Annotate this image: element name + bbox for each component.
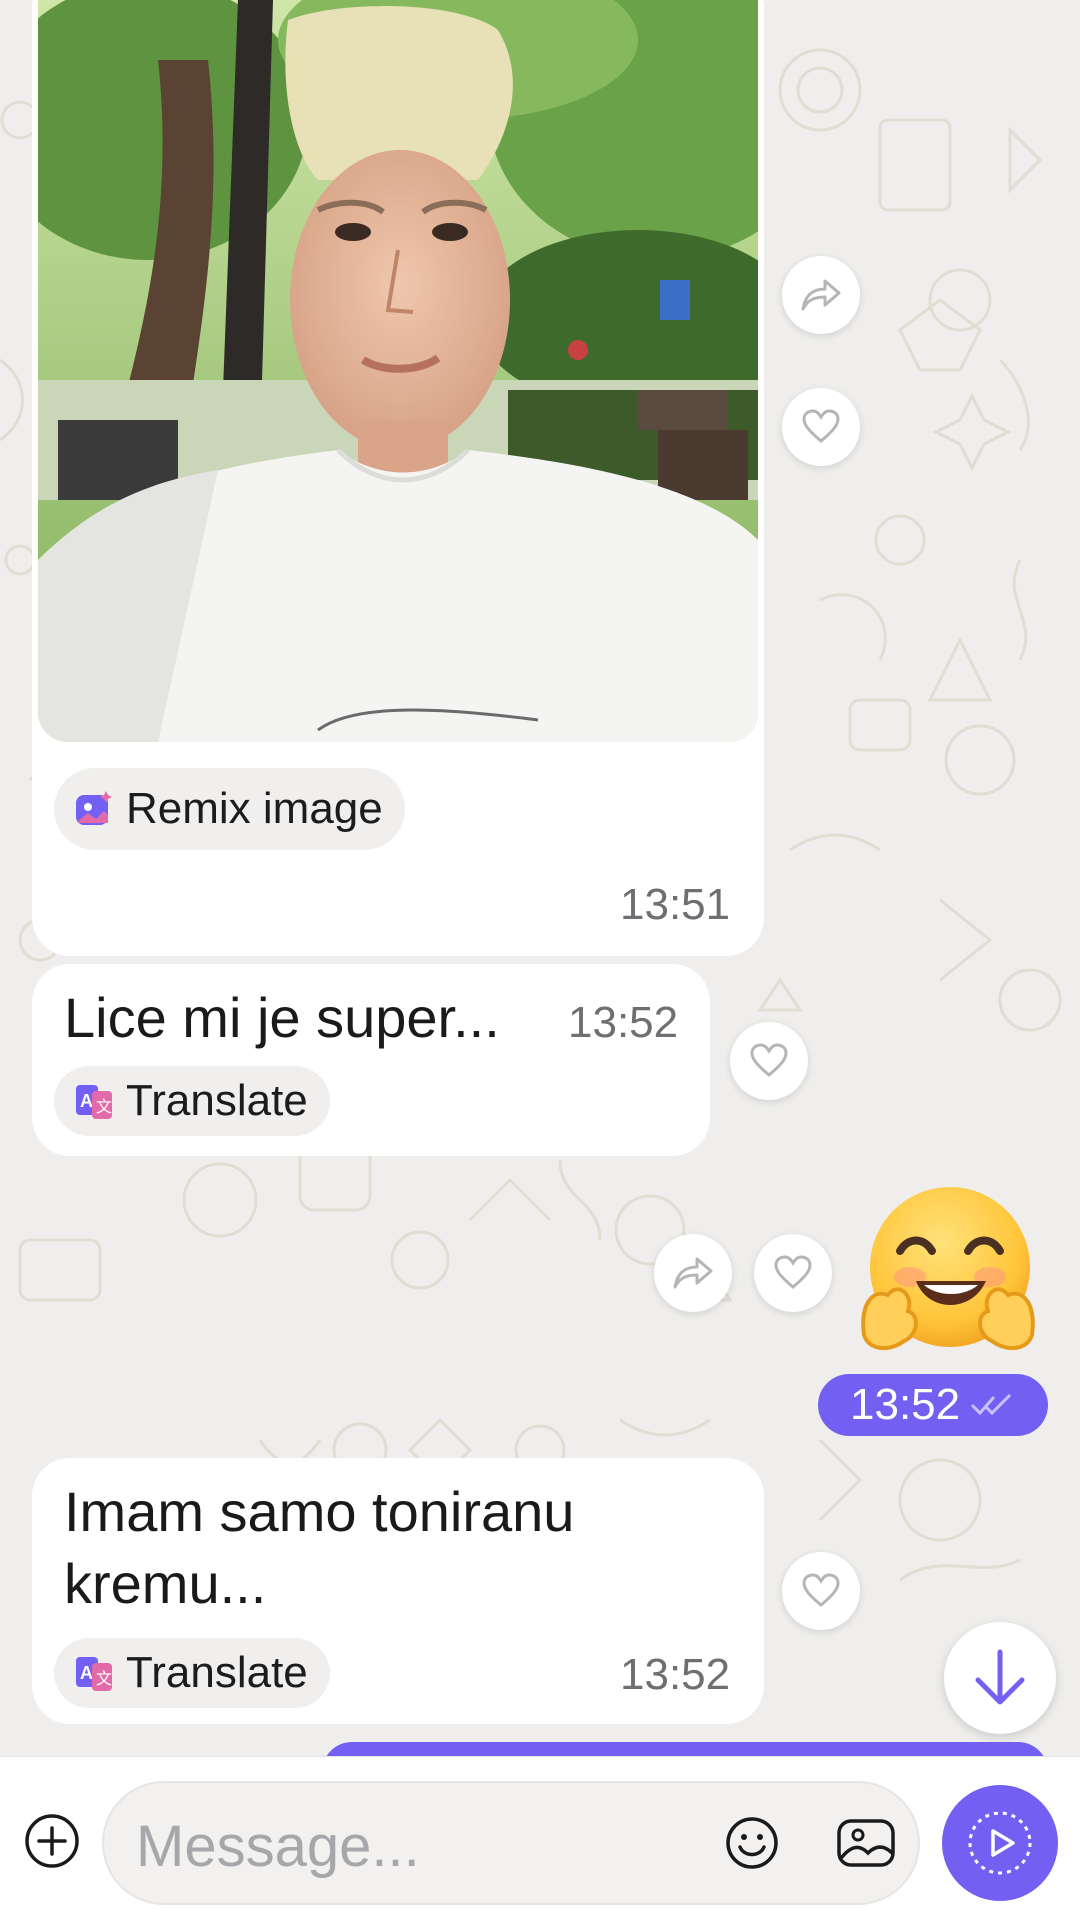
forward-button[interactable] bbox=[654, 1234, 732, 1312]
translate-icon: A 文 bbox=[76, 1085, 112, 1119]
remix-image-button[interactable]: Remix image bbox=[54, 768, 405, 850]
send-video-message-button[interactable] bbox=[942, 1785, 1058, 1901]
like-button[interactable] bbox=[754, 1234, 832, 1312]
message-list[interactable]: Remix image 13:51 Lice mi je super... 13… bbox=[0, 0, 1080, 1756]
message-text-line-2: kremu... bbox=[64, 1552, 267, 1615]
hugging-face-emoji[interactable] bbox=[858, 1185, 1038, 1357]
message-time: 13:52 bbox=[568, 998, 679, 1047]
remix-image-label: Remix image bbox=[126, 784, 383, 833]
emoji-button[interactable] bbox=[720, 1811, 784, 1875]
attach-button[interactable] bbox=[24, 1813, 80, 1869]
sent-time-label: 13:52 bbox=[850, 1380, 961, 1429]
heart-icon bbox=[802, 409, 840, 443]
chat-screen: Remix image 13:51 Lice mi je super... 13… bbox=[0, 0, 1080, 1922]
arrow-down-icon bbox=[975, 1649, 1025, 1705]
double-check-icon bbox=[971, 1393, 1012, 1416]
translate-button[interactable]: A 文 Translate bbox=[54, 1066, 330, 1136]
message-text-line-1: Imam samo toniranu bbox=[64, 1480, 575, 1543]
play-circle-icon bbox=[968, 1811, 1032, 1875]
svg-text:A: A bbox=[80, 1091, 93, 1111]
heart-icon bbox=[750, 1043, 788, 1077]
scroll-to-bottom-button[interactable] bbox=[944, 1622, 1056, 1734]
like-button[interactable] bbox=[730, 1022, 808, 1100]
like-button[interactable] bbox=[782, 388, 860, 466]
message-input-container[interactable] bbox=[102, 1781, 920, 1905]
message-text: Lice mi je super... bbox=[64, 986, 500, 1049]
translate-button[interactable]: A 文 Translate bbox=[54, 1638, 330, 1708]
message-time: 13:52 bbox=[620, 1650, 731, 1699]
svg-text:文: 文 bbox=[96, 1098, 112, 1116]
svg-text:文: 文 bbox=[96, 1670, 112, 1688]
heart-icon bbox=[774, 1255, 812, 1289]
photo-message-time: 13:51 bbox=[620, 880, 731, 929]
gallery-button[interactable] bbox=[834, 1811, 898, 1875]
forward-arrow-icon bbox=[673, 1257, 713, 1289]
selfie-photo[interactable] bbox=[38, 0, 758, 742]
plus-circle-icon bbox=[25, 1814, 79, 1868]
translate-icon: A 文 bbox=[76, 1657, 112, 1691]
translate-label: Translate bbox=[126, 1076, 308, 1125]
photo-image bbox=[38, 0, 758, 742]
smiley-icon bbox=[726, 1817, 778, 1869]
translate-label: Translate bbox=[126, 1648, 308, 1697]
heart-icon bbox=[802, 1573, 840, 1607]
message-input[interactable] bbox=[134, 1803, 678, 1889]
svg-text:A: A bbox=[80, 1663, 93, 1683]
image-icon bbox=[837, 1819, 895, 1867]
remix-sparkle-icon bbox=[76, 791, 112, 825]
like-button[interactable] bbox=[782, 1552, 860, 1630]
forward-arrow-icon bbox=[801, 279, 841, 311]
outgoing-message-bubble-partial[interactable] bbox=[322, 1742, 1048, 1756]
sent-message-time: 13:52 bbox=[818, 1374, 1048, 1436]
forward-button[interactable] bbox=[782, 256, 860, 334]
message-composer bbox=[0, 1756, 1080, 1922]
